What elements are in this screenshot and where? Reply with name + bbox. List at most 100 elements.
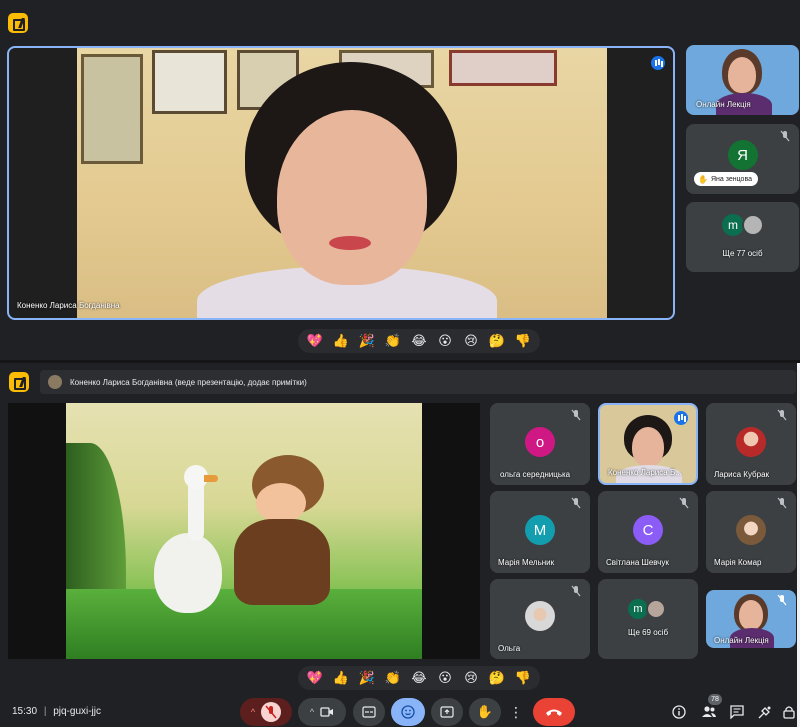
reaction-sad[interactable]: 😢 xyxy=(460,331,482,351)
meeting-details-button[interactable] xyxy=(670,703,688,721)
grid-tile-name: Онлайн Лекція xyxy=(714,636,769,645)
slide-image xyxy=(66,403,422,659)
side-tile-online-lecture[interactable]: Онлайн Лекція xyxy=(686,45,799,115)
grid-tile-mariia-k[interactable]: Марія Комар xyxy=(706,491,796,573)
reaction-party[interactable]: 🎉 xyxy=(356,668,378,688)
reaction-laugh[interactable]: 😂 xyxy=(408,668,430,688)
hand-icon: ✋ xyxy=(698,174,708,184)
participants-count-badge: 78 xyxy=(708,694,722,705)
reaction-heart[interactable]: 💖 xyxy=(304,668,326,688)
avatar: Я xyxy=(727,140,758,170)
more-people-label: Ще 77 осіб xyxy=(722,249,763,258)
presenter-banner[interactable]: Коненко Лариса Богданівна (веде презента… xyxy=(40,370,796,394)
reaction-heart[interactable]: 💖 xyxy=(304,331,326,351)
grid-tile-olga[interactable]: Ольга xyxy=(490,579,590,659)
leave-call-button[interactable] xyxy=(533,698,575,726)
grid-tile-more-people[interactable]: m Ще 69 осіб xyxy=(598,579,698,659)
smiley-icon xyxy=(401,705,415,719)
side-tile-more-people[interactable]: m Ще 77 осіб xyxy=(686,202,799,272)
grid-tile-name: Лариса Кубрак xyxy=(714,470,770,479)
mic-off-icon xyxy=(780,130,790,142)
speaking-indicator-icon xyxy=(674,411,688,425)
more-vert-icon: ⋮ xyxy=(509,704,523,720)
grid-tile-mariia-m[interactable]: М Марія Мельник xyxy=(490,491,590,573)
reaction-thinking[interactable]: 🤔 xyxy=(486,668,508,688)
side-tile-yana[interactable]: Я ✋ Яна зенцова xyxy=(686,124,799,194)
duck-beak xyxy=(204,475,218,482)
reaction-thumbs-down[interactable]: 👎 xyxy=(512,331,534,351)
reactions-bar: 💖 👍 🎉 👏 😂 😮 😢 🤔 👎 xyxy=(298,329,540,353)
grid-tile-svitlana[interactable]: С Світлана Шевчук xyxy=(598,491,698,573)
presentation-area[interactable] xyxy=(8,403,480,659)
grid-tile-name: Коненко Лариса Б... xyxy=(608,468,682,477)
boy-face xyxy=(256,483,306,523)
speaker-face xyxy=(632,427,664,467)
grid-tile-name: ольга середницька xyxy=(500,470,571,479)
avatar-photo xyxy=(736,427,766,457)
name-chip: ✋ Яна зенцова xyxy=(694,172,758,186)
mic-off-icon xyxy=(571,409,581,421)
chat-button[interactable] xyxy=(728,703,746,721)
hand-icon: ✋ xyxy=(476,704,494,719)
reaction-thumbs-up[interactable]: 👍 xyxy=(330,331,352,351)
reaction-clap[interactable]: 👏 xyxy=(382,668,404,688)
grid-tile-name: Ольга xyxy=(498,644,521,653)
wall-certificate xyxy=(449,50,557,86)
speaker-video xyxy=(77,48,607,318)
activities-icon xyxy=(758,706,771,719)
raise-hand-button[interactable]: ✋ xyxy=(469,698,501,726)
host-controls-button[interactable] xyxy=(780,703,798,721)
wall-certificate xyxy=(152,50,227,114)
camera-toggle-button[interactable]: ^ xyxy=(298,698,346,726)
avatar-photo xyxy=(736,515,766,545)
boy-body xyxy=(234,519,330,605)
info-icon xyxy=(672,705,686,719)
mic-off-icon xyxy=(777,594,787,606)
presenter-avatar xyxy=(48,375,62,389)
reaction-surprised[interactable]: 😮 xyxy=(434,668,456,688)
present-button[interactable] xyxy=(431,698,463,726)
reaction-surprised[interactable]: 😮 xyxy=(434,331,456,351)
reactions-bar: 💖 👍 🎉 👏 😂 😮 😢 🤔 👎 xyxy=(298,666,540,690)
reaction-thumbs-up[interactable]: 👍 xyxy=(330,668,352,688)
grid-tile-name: Марія Мельник xyxy=(498,558,555,567)
more-options-button[interactable]: ⋮ xyxy=(506,698,526,726)
captions-button[interactable] xyxy=(353,698,385,726)
presenter-banner-text: Коненко Лариса Богданівна (веде презента… xyxy=(70,377,307,387)
clock-time: 15:30 xyxy=(12,706,38,717)
avatar-photo xyxy=(646,599,666,619)
mic-toggle-button[interactable]: ^ xyxy=(240,698,292,726)
chat-icon xyxy=(730,705,744,719)
main-speaker-tile[interactable]: Коненко Лариса Богданівна xyxy=(7,46,675,320)
reaction-clap[interactable]: 👏 xyxy=(382,331,404,351)
grid-tile-larysa-k[interactable]: Лариса Кубрак xyxy=(706,403,796,485)
present-icon xyxy=(440,706,454,718)
emoji-reactions-button[interactable] xyxy=(391,698,425,726)
reaction-party[interactable]: 🎉 xyxy=(356,331,378,351)
reaction-sad[interactable]: 😢 xyxy=(460,668,482,688)
meet-logo xyxy=(8,13,28,33)
reaction-laugh[interactable]: 😂 xyxy=(408,331,430,351)
reaction-thumbs-down[interactable]: 👎 xyxy=(512,668,534,688)
grid-tile-konenko[interactable]: Коненко Лариса Б... xyxy=(598,403,698,485)
avatar: С xyxy=(633,515,663,545)
lecturer-face xyxy=(739,600,763,630)
mic-off-icon xyxy=(777,409,787,421)
grid-tile-online-lecture[interactable]: Онлайн Лекція xyxy=(706,590,796,648)
duck-body xyxy=(154,533,222,613)
side-tile-name: Яна зенцова xyxy=(710,175,752,183)
meeting-info: 15:30 | pjq-guxi-jjc xyxy=(12,706,101,717)
grid-tile-olga-s[interactable]: о ольга середницька xyxy=(490,403,590,485)
avatar: М xyxy=(525,515,555,545)
participants-button[interactable] xyxy=(698,703,720,721)
mic-off-icon xyxy=(571,585,581,597)
lecturer-face xyxy=(728,57,756,93)
grid-tile-name: Світлана Шевчук xyxy=(606,558,669,567)
reaction-thinking[interactable]: 🤔 xyxy=(486,331,508,351)
screenshot-divider xyxy=(0,360,800,363)
chevron-up-icon: ^ xyxy=(250,707,256,717)
mic-off-icon xyxy=(261,702,282,722)
mic-off-icon xyxy=(679,497,689,509)
activities-button[interactable] xyxy=(756,703,774,721)
info-separator: | xyxy=(43,706,47,717)
